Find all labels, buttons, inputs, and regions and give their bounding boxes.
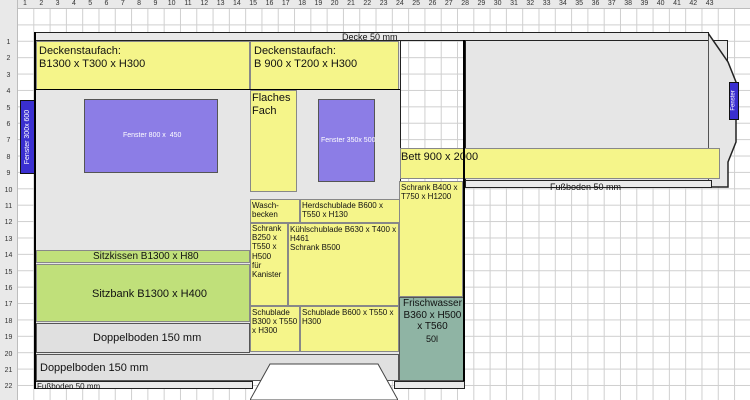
- drawer-b300-label: Schublade B300 x T550 x H300: [252, 308, 298, 336]
- sink-label: Wasch- becken: [252, 201, 279, 220]
- column-number: 11: [184, 0, 192, 7]
- fridge-drawer-label: Kühlschublade B630 x T400 x H461 Schrank…: [290, 225, 397, 253]
- stove-drawer-label: Herdschublade B600 x T550 x H130: [302, 201, 383, 220]
- column-number: 1: [23, 0, 27, 7]
- column-number: 7: [120, 0, 125, 7]
- column-number: 16: [265, 0, 274, 7]
- column-number: 5: [88, 0, 93, 7]
- seat-bench-label: Sitzbank B1300 x H400: [92, 288, 207, 300]
- fresh-water-volume: 50l: [426, 334, 439, 344]
- column-number: 17: [281, 0, 290, 7]
- column-number: 36: [591, 0, 600, 7]
- column-number: 28: [461, 0, 469, 7]
- floor-left-right-part: [394, 381, 465, 389]
- row-number: 18: [4, 317, 13, 325]
- cabinet-b400-label: Schrank B400 x T750 x H1200: [401, 183, 458, 202]
- fresh-water-label: Frischwasser B360 x H500 x T560: [403, 298, 462, 332]
- double-floor-1-label: Doppelboden 150 mm: [93, 332, 202, 344]
- ceiling-storage-2-label: Deckenstaufach: B 900 x T200 x H300: [254, 45, 358, 70]
- column-number: 21: [347, 0, 355, 7]
- column-number: 9: [153, 0, 158, 7]
- column-number: 2: [39, 0, 44, 7]
- row-number: 9: [6, 170, 11, 178]
- row-number: 2: [6, 55, 11, 63]
- column-number: 22: [363, 0, 372, 7]
- wall-divider-top: [36, 89, 400, 90]
- row-number: 5: [6, 104, 11, 112]
- column-number: 14: [232, 0, 241, 7]
- row-number: 19: [4, 334, 13, 342]
- column-number: 25: [412, 0, 421, 7]
- window-800-label: Fenster 800 x 450: [123, 132, 182, 139]
- column-number: 39: [640, 0, 649, 7]
- column-number: 43: [705, 0, 714, 7]
- double-floor-2-label: Doppelboden 150 mm: [40, 362, 149, 374]
- column-number: 24: [395, 0, 404, 7]
- column-number: 15: [249, 0, 258, 7]
- column-number: 37: [607, 0, 616, 7]
- bed-label: Bett 900 x 2000: [401, 151, 479, 163]
- column-number: 27: [444, 0, 453, 7]
- column-number: 4: [71, 0, 76, 7]
- row-number: 22: [4, 383, 13, 391]
- column-number: 32: [526, 0, 535, 7]
- row-number: 7: [6, 137, 11, 145]
- row-number: 12: [4, 219, 13, 227]
- column-number: 34: [558, 0, 567, 7]
- column-number: 8: [137, 0, 142, 7]
- column-number: 38: [624, 0, 632, 7]
- column-number: 19: [314, 0, 323, 7]
- column-number: 30: [493, 0, 502, 7]
- row-number: 15: [4, 268, 13, 276]
- row-number: 16: [4, 285, 13, 292]
- column-number: 3: [55, 0, 60, 7]
- column-number: 6: [104, 0, 109, 7]
- row-number: 4: [6, 88, 11, 96]
- floor-right-label: Fußboden 50 mm: [550, 182, 622, 192]
- column-number: 29: [477, 0, 486, 7]
- seat-cushion-label: Sitzkissen B1300 x H80: [93, 251, 199, 262]
- column-number: 26: [428, 0, 437, 7]
- layout-sheet: 1 2 3 4 5 6 7 8 9 10 11 12 13 14 15 16 17 18 19 20 21 22 23 24 2…: [0, 0, 750, 400]
- row-number: 11: [4, 203, 13, 210]
- wheel-arch: [250, 363, 398, 400]
- column-number: 40: [656, 0, 665, 7]
- cabinet-b250-label: Schrank B250 x T550 x H500 für Kanister: [252, 224, 282, 279]
- row-number: 1: [6, 39, 11, 46]
- column-number: 10: [167, 0, 176, 7]
- drawer-b600-label: Schublade B600 x T550 x H300: [302, 308, 394, 327]
- floor-left-label: Fußboden 50 mm: [37, 382, 101, 391]
- row-number: 20: [4, 350, 13, 358]
- window-right-label: Fenster: [730, 90, 737, 111]
- column-number: 13: [216, 0, 225, 7]
- row-number: 8: [6, 153, 11, 161]
- column-number: 31: [510, 0, 518, 7]
- wall-left: [34, 32, 36, 389]
- row-number: 6: [6, 121, 11, 128]
- column-number: 23: [379, 0, 388, 7]
- ceiling-storage-1-label: Deckenstaufach: B1300 x T300 x H300: [39, 45, 146, 70]
- column-number: 33: [542, 0, 551, 7]
- column-number: 12: [200, 0, 209, 7]
- row-number: 14: [4, 252, 13, 260]
- wall-mid: [463, 40, 465, 381]
- column-number: 20: [330, 0, 339, 7]
- row-number: 3: [6, 71, 11, 79]
- column-number: 18: [298, 0, 306, 7]
- window-350-label: Fenster 350x 500: [321, 137, 376, 144]
- column-number: 41: [673, 0, 681, 7]
- column-number: 42: [689, 0, 698, 7]
- row-number: 13: [4, 235, 13, 243]
- row-number: 10: [4, 186, 13, 194]
- flat-compartment-label: Flaches Fach: [252, 92, 291, 117]
- column-number: 35: [575, 0, 584, 7]
- row-number: 21: [4, 367, 13, 374]
- row-number: 17: [4, 301, 13, 309]
- window-left-label: Fenster 300x 600: [23, 109, 31, 165]
